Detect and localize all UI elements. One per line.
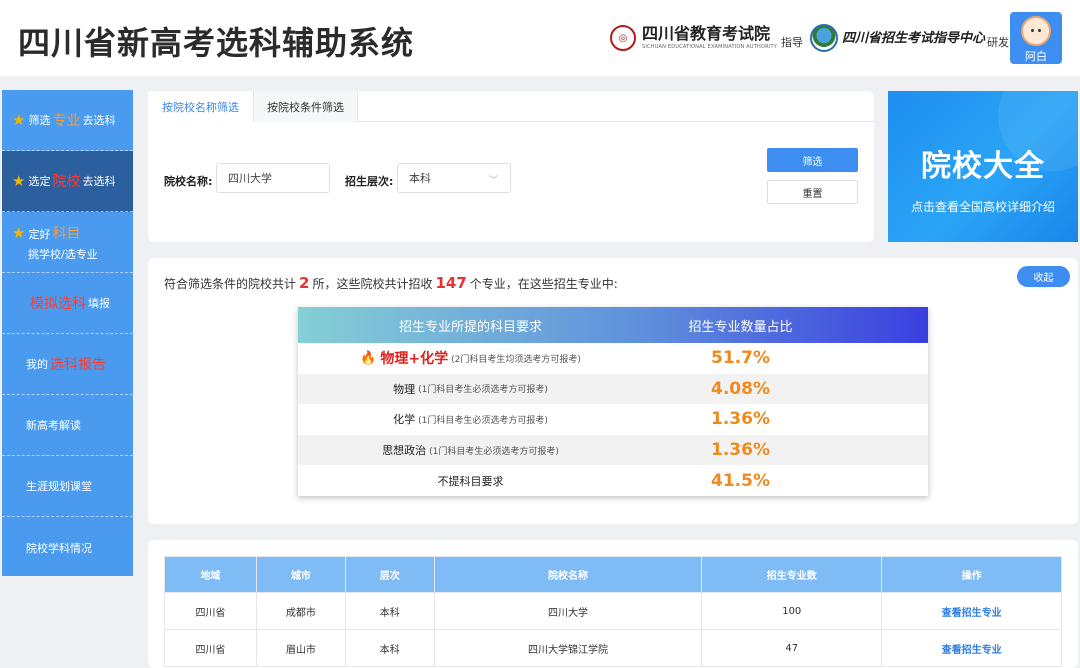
header: 四川省新高考选科辅助系统 ◎ 四川省教育考试院 SICHUAN EDUCATIO…: [0, 0, 1080, 76]
user-avatar-button[interactable]: 阿白: [1010, 12, 1062, 64]
major-count: 147: [435, 274, 467, 292]
guidance-center-name: 四川省招生考试指导中心: [842, 30, 986, 46]
school-name-input[interactable]: 四川大学: [216, 163, 330, 193]
sidebar-item-subject-first[interactable]: ★ 定好 科目 挑学校/选专业: [2, 212, 133, 273]
exam-authority-name: 四川省教育考试院: [642, 24, 771, 43]
sidebar-item-major-select[interactable]: ★ 筛选 专业 去选科: [2, 90, 133, 151]
level-select[interactable]: 本科 ﹀: [397, 163, 511, 193]
school-list-table: 地域 城市 层次 院校名称 招生专业数 操作 四川省 成都市 本科 四川大学 1…: [164, 556, 1062, 667]
col-school-name: 院校名称: [433, 556, 703, 593]
school-directory-banner[interactable]: 院校大全 点击查看全国高校详细介绍: [888, 91, 1078, 242]
result-summary: 符合筛选条件的院校共计 2 所，这些院校共计招收 147 个专业，在这些招生专业中:: [164, 274, 618, 292]
view-majors-link[interactable]: 查看招生专业: [881, 592, 1062, 630]
subject-row: 物理 (1门科目考生必须选考方可报考) 4.08%: [298, 373, 928, 405]
filter-panel: 按院校名称筛选 按院校条件筛选 院校名称: 四川大学 招生层次: 本科 ﹀ 筛选…: [148, 91, 874, 242]
subject-row: 不提科目要求 41.5%: [437, 470, 770, 491]
exam-authority-name-en: SICHUAN EDUCATIONAL EXAMINATION AUTHORIT…: [642, 44, 777, 50]
table-row: 四川省 成都市 本科 四川大学 100 查看招生专业: [164, 592, 1062, 630]
org-guidance-center: 四川省招生考试指导中心 研发: [810, 20, 1009, 56]
subject-requirement-table: 招生专业所提的科目要求 招生专业数量占比 🔥 物理+化学 (2门科目考生均须选考…: [298, 307, 928, 496]
level-label: 招生层次:: [345, 175, 394, 188]
guidance-center-role: 研发: [987, 36, 1010, 49]
star-icon: ★: [12, 111, 26, 129]
exam-authority-logo-icon: ◎: [610, 25, 636, 51]
tab-by-name[interactable]: 按院校名称筛选: [148, 91, 254, 122]
org-exam-authority: ◎ 四川省教育考试院 SICHUAN EDUCATIONAL EXAMINATI…: [610, 20, 803, 56]
subject-row: 思想政治 (1门科目考生必须选考方可报考) 1.36%: [298, 434, 928, 466]
school-name-label: 院校名称:: [164, 175, 213, 188]
col-major-count: 招生专业数: [701, 556, 883, 593]
user-name: 阿白: [1025, 50, 1047, 63]
subject-row: 🔥 物理+化学 (2门科目考生均须选考方可报考) 51.7%: [360, 348, 770, 369]
sidebar-item-discipline[interactable]: 院校学科情况: [2, 517, 133, 578]
result-panel: 符合筛选条件的院校共计 2 所，这些院校共计招收 147 个专业，在这些招生专业中: 收…: [148, 258, 1078, 524]
filter-tabs: 按院校名称筛选 按院校条件筛选: [148, 91, 874, 122]
tab-by-condition[interactable]: 按院校条件筛选: [254, 91, 358, 122]
view-majors-link[interactable]: 查看招生专业: [881, 629, 1062, 667]
collapse-button[interactable]: 收起: [1017, 266, 1070, 287]
school-list-panel: 地域 城市 层次 院校名称 招生专业数 操作 四川省 成都市 本科 四川大学 1…: [148, 540, 1078, 668]
banner-subtitle: 点击查看全国高校详细介绍: [910, 200, 1055, 214]
sidebar-item-my-report[interactable]: 我的 选科报告: [2, 334, 133, 395]
star-icon: ★: [12, 223, 26, 242]
col-city: 城市: [255, 556, 346, 593]
guidance-center-logo-icon: [810, 24, 838, 52]
filter-button[interactable]: 筛选: [767, 148, 858, 172]
col-region: 地域: [164, 556, 257, 593]
subject-table-header: 招生专业所提的科目要求 招生专业数量占比: [298, 307, 928, 343]
exam-authority-role: 指导: [780, 36, 803, 49]
avatar-icon: [1021, 16, 1051, 46]
col-level: 层次: [344, 556, 435, 593]
col-action: 操作: [881, 556, 1062, 593]
sidebar-item-mock-fill[interactable]: 模拟选科 填报: [2, 273, 133, 334]
sidebar: ★ 筛选 专业 去选科 ★ 选定 院校 去选科 ★ 定好 科目 挑学校/选专业 模拟…: [2, 90, 133, 576]
banner-title: 院校大全: [921, 149, 1045, 184]
reset-button[interactable]: 重置: [767, 180, 858, 204]
table-header-row: 地域 城市 层次 院校名称 招生专业数 操作: [164, 556, 1062, 593]
fire-icon: 🔥: [360, 350, 377, 366]
school-count: 2: [299, 274, 310, 292]
star-icon: ★: [12, 172, 26, 190]
subject-row: 化学 (1门科目考生必须选考方可报考) 1.36%: [393, 409, 770, 430]
page-title: 四川省新高考选科辅助系统: [18, 24, 415, 62]
sidebar-item-policy[interactable]: 新高考解读: [2, 395, 133, 456]
table-row: 四川省 眉山市 本科 四川大学锦江学院 47 查看招生专业: [164, 629, 1062, 667]
sidebar-item-career[interactable]: 生涯规划课堂: [2, 456, 133, 517]
sidebar-item-school-select[interactable]: ★ 选定 院校 去选科: [2, 151, 133, 212]
chevron-down-icon: ﹀: [488, 176, 498, 186]
